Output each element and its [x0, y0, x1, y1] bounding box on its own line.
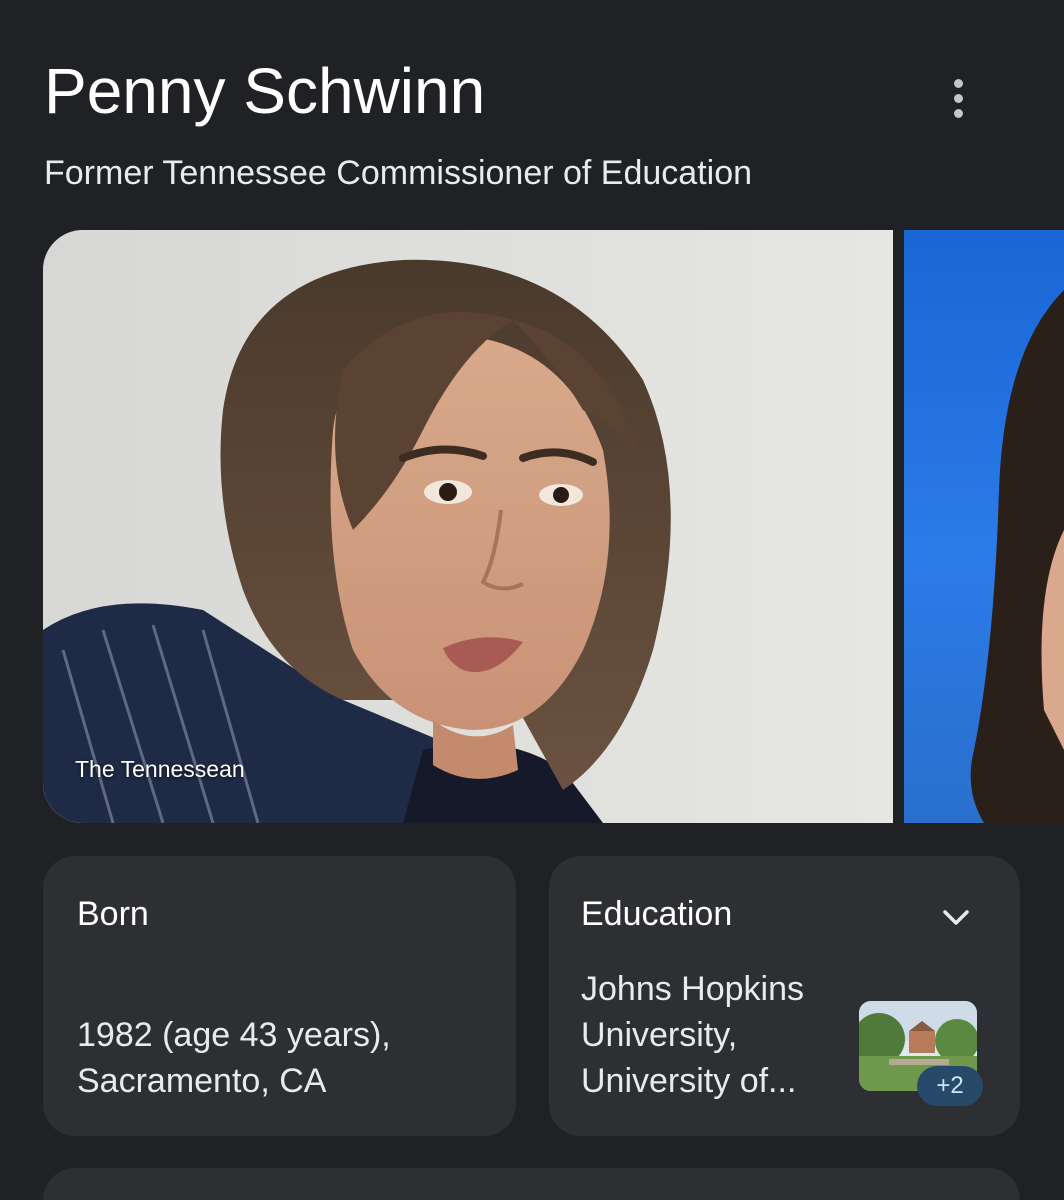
- education-line-2: University,: [581, 1016, 738, 1054]
- portrait-illustration: [43, 230, 893, 823]
- next-portrait-illustration: [970, 290, 1064, 823]
- education-line-1: Johns Hopkins: [581, 970, 805, 1008]
- more-vert-icon-dot: [953, 108, 963, 118]
- chevron-down-icon[interactable]: [939, 900, 973, 934]
- more-options-button[interactable]: [930, 70, 986, 126]
- more-vert-icon: [953, 78, 963, 88]
- education-line-3: University of...: [581, 1062, 797, 1100]
- education-card[interactable]: Education Johns Hopkins University, Univ…: [549, 856, 1020, 1136]
- knowledge-panel: Penny Schwinn Former Tennessee Commissio…: [0, 0, 1064, 1200]
- next-card: [43, 1168, 1020, 1200]
- next-photo[interactable]: [904, 230, 1064, 823]
- page-subtitle: Former Tennessee Commissioner of Educati…: [44, 154, 753, 192]
- more-count-badge[interactable]: +2: [917, 1066, 983, 1106]
- page-title: Penny Schwinn: [44, 55, 486, 127]
- more-vert-icon-dot: [953, 93, 963, 103]
- person-photo[interactable]: The Tennessean: [43, 230, 893, 823]
- born-date: 1982 (age 43 years),: [77, 1016, 391, 1054]
- image-source-caption: The Tennessean: [75, 756, 245, 782]
- born-place: Sacramento, CA: [77, 1062, 327, 1100]
- education-value: Johns Hopkins University, University of.…: [581, 966, 843, 1104]
- born-card: Born 1982 (age 43 years), Sacramento, CA: [43, 856, 516, 1136]
- born-value: 1982 (age 43 years), Sacramento, CA: [77, 1012, 497, 1104]
- education-label: Education: [581, 895, 733, 933]
- born-label: Born: [77, 895, 149, 933]
- image-carousel[interactable]: The Tennessean: [0, 230, 1064, 823]
